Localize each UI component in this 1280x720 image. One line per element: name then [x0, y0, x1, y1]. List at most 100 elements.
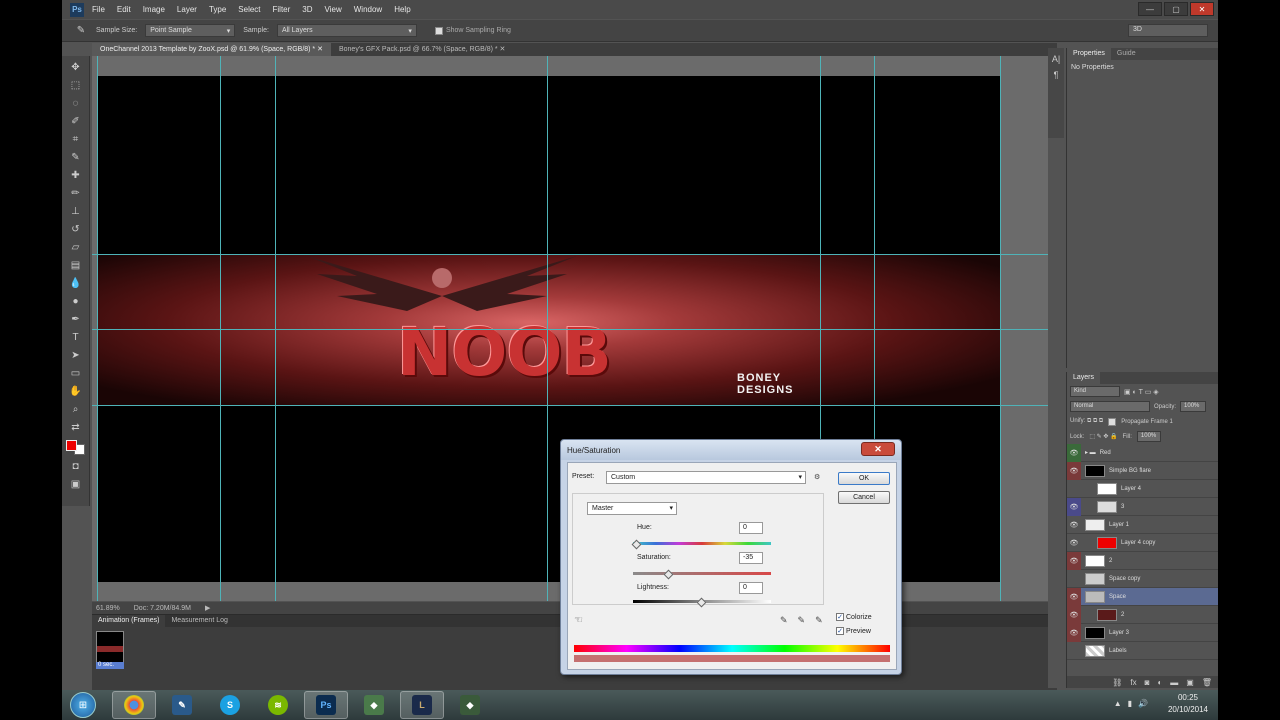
tab-gfx-pack[interactable]: Boney's GFX Pack.psd @ 66.7% (Space, RGB…: [330, 43, 514, 56]
layer-row[interactable]: Space copy: [1067, 570, 1218, 588]
menu-view[interactable]: View: [325, 5, 342, 14]
history-brush-icon[interactable]: ↺: [69, 224, 83, 236]
type-tool-icon[interactable]: T: [69, 332, 83, 344]
colorize-check-icon[interactable]: ✓: [836, 613, 844, 621]
stamp-tool-icon[interactable]: ⊥: [69, 206, 83, 218]
taskbar-app-green[interactable]: ◆: [352, 691, 396, 719]
sample-select[interactable]: All Layers ▾: [276, 24, 417, 37]
taskbar-photoshop[interactable]: Ps: [304, 691, 348, 719]
zoom-tool-icon[interactable]: ⌕: [69, 404, 83, 416]
tab-measurement-log[interactable]: Measurement Log: [165, 615, 233, 627]
layer-row-selected[interactable]: 👁 Space: [1067, 587, 1218, 606]
layer-row[interactable]: 👁 3: [1067, 497, 1218, 516]
colorize-checkbox[interactable]: ✓ Colorize: [836, 613, 872, 621]
saturation-input[interactable]: -35: [739, 552, 763, 564]
pen-tool-icon[interactable]: ✒: [69, 314, 83, 326]
guide-horizontal[interactable]: [92, 405, 1057, 406]
visibility-eye-icon[interactable]: [1067, 642, 1081, 660]
link-layers-icon[interactable]: ⛓: [1112, 678, 1122, 687]
zoom-level[interactable]: 61.89%: [96, 605, 120, 612]
visibility-eye-icon[interactable]: 👁: [1067, 497, 1081, 516]
quick-select-tool-icon[interactable]: ✐: [69, 116, 83, 128]
foreground-color-swatch[interactable]: [66, 440, 77, 451]
dialog-title[interactable]: Hue/Saturation: [561, 440, 901, 460]
menu-edit[interactable]: Edit: [117, 5, 131, 14]
color-swatches[interactable]: [66, 440, 85, 455]
tray-arrow-icon[interactable]: ▲: [1114, 699, 1122, 708]
adjustment-layer-icon[interactable]: ◐: [1157, 678, 1162, 687]
layer-row[interactable]: Labels: [1067, 642, 1218, 660]
preview-check-icon[interactable]: ✓: [836, 627, 844, 635]
maximize-button[interactable]: ▢: [1164, 2, 1188, 16]
taskbar-spotify[interactable]: ≋: [256, 691, 300, 719]
layer-row[interactable]: 👁 2: [1067, 605, 1218, 624]
preset-options-icon[interactable]: ⚙: [814, 473, 820, 481]
layer-row[interactable]: 👁 ▸ ▬ Red: [1067, 443, 1218, 462]
character-panel-icon[interactable]: A|: [1052, 54, 1060, 64]
network-icon[interactable]: ▮: [1128, 699, 1132, 708]
clock[interactable]: 00:25 20/10/2014: [1168, 692, 1208, 716]
menu-file[interactable]: File: [92, 5, 105, 14]
move-tool-icon[interactable]: ✥: [69, 62, 83, 74]
eyedropper-icon[interactable]: ✎: [74, 25, 88, 37]
layer-row[interactable]: Layer 4: [1067, 480, 1218, 498]
hue-input[interactable]: 0: [739, 522, 763, 534]
new-group-icon[interactable]: ▬: [1170, 678, 1178, 687]
layer-row[interactable]: 👁 Simple BG flare: [1067, 461, 1218, 480]
sample-size-select[interactable]: Point Sample ▾: [145, 24, 236, 37]
visibility-eye-icon[interactable]: 👁: [1067, 461, 1081, 480]
layer-style-icon[interactable]: fx: [1130, 678, 1136, 687]
tab-onechannel-template[interactable]: OneChannel 2013 Template by ZooX.psd @ 6…: [92, 43, 331, 56]
eraser-tool-icon[interactable]: ▱: [69, 242, 83, 254]
eyedropper-tool-icon[interactable]: ✎: [69, 152, 83, 164]
volume-icon[interactable]: 🔊: [1138, 699, 1148, 708]
lightness-input[interactable]: 0: [739, 582, 763, 594]
visibility-eye-icon[interactable]: 👁: [1067, 534, 1081, 552]
subtract-eyedropper-icon[interactable]: ✎: [815, 615, 823, 626]
tab-guide[interactable]: Guide: [1111, 48, 1142, 60]
taskbar-skype[interactable]: S: [208, 691, 252, 719]
menu-filter[interactable]: Filter: [273, 5, 291, 14]
close-window-button[interactable]: ✕: [1190, 2, 1214, 16]
guide-horizontal[interactable]: [92, 254, 1057, 255]
dialog-close-button[interactable]: ✕: [861, 442, 895, 456]
menu-select[interactable]: Select: [238, 5, 260, 14]
swap-colors-icon[interactable]: ⇄: [69, 422, 83, 434]
layer-row[interactable]: 👁 Layer 4 copy: [1067, 534, 1218, 552]
delete-layer-icon[interactable]: 🗑: [1202, 678, 1212, 687]
blend-mode-select[interactable]: Normal: [1070, 401, 1150, 412]
minimize-button[interactable]: —: [1138, 2, 1162, 16]
saturation-slider-track[interactable]: [633, 572, 771, 575]
menu-window[interactable]: Window: [354, 5, 382, 14]
healing-tool-icon[interactable]: ✚: [69, 170, 83, 182]
menu-image[interactable]: Image: [143, 5, 165, 14]
lock-icons[interactable]: ⬚ ✎ ✥ 🔒: [1089, 433, 1117, 440]
workspace-select[interactable]: 3D: [1128, 24, 1208, 37]
filter-icons[interactable]: ▣ ◐ T ▭ ◈: [1124, 388, 1159, 396]
cancel-button[interactable]: Cancel: [838, 491, 890, 504]
unify-icons[interactable]: Unify: ⧉ ⧉ ⧉: [1070, 418, 1103, 425]
crop-tool-icon[interactable]: ⌗: [69, 134, 83, 146]
taskbar-chrome[interactable]: [112, 691, 156, 719]
hand-tool-icon[interactable]: ✋: [69, 386, 83, 398]
status-arrow-icon[interactable]: ▶: [205, 604, 210, 612]
new-layer-icon[interactable]: ▣: [1186, 678, 1194, 687]
opacity-input[interactable]: 100%: [1180, 401, 1207, 412]
visibility-eye-icon[interactable]: [1067, 570, 1081, 588]
menu-3d[interactable]: 3D: [302, 5, 312, 14]
ok-button[interactable]: OK: [838, 472, 890, 485]
visibility-eye-icon[interactable]: 👁: [1067, 516, 1081, 534]
tab-properties[interactable]: Properties: [1067, 48, 1111, 60]
shape-tool-icon[interactable]: ▭: [69, 368, 83, 380]
blur-tool-icon[interactable]: 💧: [69, 278, 83, 290]
quick-mask-icon[interactable]: ◘: [69, 461, 83, 473]
tab-animation-frames[interactable]: Animation (Frames): [92, 615, 166, 627]
preset-select[interactable]: Custom: [606, 471, 806, 484]
add-eyedropper-icon[interactable]: ✎: [798, 615, 806, 626]
edit-range-select[interactable]: Master: [587, 502, 677, 515]
dodge-tool-icon[interactable]: ●: [69, 296, 83, 308]
screen-mode-icon[interactable]: ▣: [69, 479, 83, 491]
show-sampling-ring-checkbox[interactable]: Show Sampling Ring: [434, 26, 511, 35]
layer-row[interactable]: 👁 Layer 1: [1067, 516, 1218, 534]
visibility-eye-icon[interactable]: 👁: [1067, 623, 1081, 642]
